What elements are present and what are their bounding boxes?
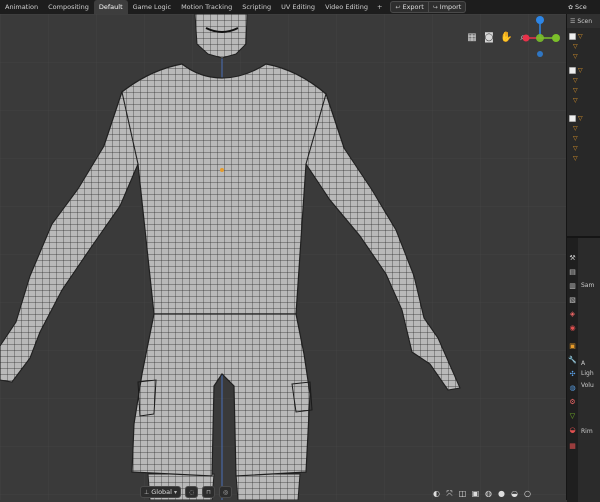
outliner-row[interactable]: ▽ xyxy=(573,52,578,60)
orientation-label: Global xyxy=(151,488,172,496)
properties-label-a: A xyxy=(581,360,586,367)
outliner-row[interactable]: ▽ xyxy=(573,124,578,132)
outliner[interactable]: ☰ Scen ▽ ▽ ▽ ▽ ▽ ▽ ▽ ▽ ▽ ▽ ▽ ▽ xyxy=(567,14,600,236)
gizmo-y-axis[interactable] xyxy=(552,34,560,42)
data-tab-icon[interactable]: ▽ xyxy=(568,412,577,421)
shading-wire-icon[interactable]: ◍ xyxy=(484,489,493,498)
orientation-icon: ⊥ xyxy=(144,488,150,496)
outliner-row[interactable]: ▽ xyxy=(569,66,583,74)
snap-toggle[interactable]: ⊓ xyxy=(202,486,215,498)
outliner-row[interactable]: ▽ xyxy=(569,32,583,40)
properties-label-volume: Volu xyxy=(581,382,594,389)
chevron-down-icon: ▾ xyxy=(173,488,177,496)
tab-animation[interactable]: Animation xyxy=(0,0,43,14)
tab-scripting[interactable]: Scripting xyxy=(237,0,276,14)
import-icon: ↪ xyxy=(432,3,438,11)
camera-view-icon[interactable]: ◙ xyxy=(483,32,495,44)
export-icon: ↩ xyxy=(395,3,401,11)
3d-viewport[interactable]: ▦ ◙ ✋ ⌕ ⊥ Global ▾ ◌ ⊓ ◎ ◐ xyxy=(0,14,566,500)
transform-orientation-bar: ⊥ Global ▾ ◌ ⊓ ◎ xyxy=(140,486,233,498)
object-origin xyxy=(220,168,224,172)
visibility-icon[interactable]: ◐ xyxy=(432,489,441,498)
gizmo-z-axis[interactable] xyxy=(536,16,544,24)
texture-tab-icon[interactable]: ▦ xyxy=(568,442,577,451)
workspace-bar: Animation Compositing Default Game Logic… xyxy=(0,0,600,14)
tab-video-editing[interactable]: Video Editing xyxy=(320,0,373,14)
shading-controls: ◐ ⤧ ◫ ▣ ◍ ● ◒ ○ xyxy=(432,489,532,498)
output-tab-icon[interactable]: ▥ xyxy=(568,282,577,291)
right-editors: ☰ Scen ▽ ▽ ▽ ▽ ▽ ▽ ▽ ▽ ▽ ▽ ▽ ▽ ⚒ ▤ ▥ ▧ ◈… xyxy=(566,14,600,502)
tab-motion-tracking[interactable]: Motion Tracking xyxy=(176,0,237,14)
outliner-row[interactable]: ▽ xyxy=(573,86,578,94)
character-mesh[interactable] xyxy=(0,14,566,500)
navigation-gizmo[interactable] xyxy=(520,14,560,64)
properties-section-label[interactable]: Sam xyxy=(581,282,594,289)
tab-game-logic[interactable]: Game Logic xyxy=(128,0,176,14)
constraints-tab-icon[interactable]: ⚙ xyxy=(568,398,577,407)
outliner-row[interactable]: ▽ xyxy=(573,76,578,84)
material-tab-icon[interactable]: ◒ xyxy=(568,426,577,435)
scene-name: Sce xyxy=(575,3,587,11)
outliner-row[interactable]: ▽ xyxy=(569,114,583,122)
proportional-icon: ◎ xyxy=(222,488,229,496)
shading-solid-icon[interactable]: ● xyxy=(497,489,506,498)
object-tab-icon[interactable]: ▣ xyxy=(568,342,577,351)
blender-window: Animation Compositing Default Game Logic… xyxy=(0,0,600,502)
pan-hand-icon[interactable]: ✋ xyxy=(500,32,512,44)
shading-material-icon[interactable]: ◒ xyxy=(510,489,519,498)
export-button[interactable]: ↩ Export xyxy=(390,1,429,13)
gizmo-x-axis[interactable] xyxy=(522,34,530,42)
proportional-edit-toggle[interactable]: ◎ xyxy=(218,486,233,498)
tab-compositing[interactable]: Compositing xyxy=(43,0,94,14)
pivot-icon: ◌ xyxy=(189,488,195,496)
pivot-dropdown[interactable]: ◌ xyxy=(185,486,199,498)
scene-icon: ✿ xyxy=(568,3,574,11)
properties-tabs: ⚒ ▤ ▥ ▧ ◈ ◉ ▣ 🔧 ✣ ◍ ⚙ ▽ ◒ ▦ xyxy=(567,238,578,502)
tab-default[interactable]: Default xyxy=(93,0,128,14)
tab-uv-editing[interactable]: UV Editing xyxy=(276,0,320,14)
properties-label-light: Ligh xyxy=(581,370,594,377)
magnet-icon: ⊓ xyxy=(206,488,211,496)
outliner-scene-label: Scen xyxy=(577,17,592,25)
xray-icon[interactable]: ▣ xyxy=(471,489,480,498)
particles-tab-icon[interactable]: ✣ xyxy=(568,370,577,379)
export-label: Export xyxy=(402,3,424,11)
tool-tab-icon[interactable]: ⚒ xyxy=(568,254,577,263)
orientation-dropdown[interactable]: ⊥ Global ▾ xyxy=(140,486,181,498)
outliner-row[interactable]: ▽ xyxy=(573,144,578,152)
import-label: Import xyxy=(439,3,462,11)
grid-view-icon[interactable]: ▦ xyxy=(466,32,478,44)
properties-label-rim: Rim xyxy=(581,428,593,435)
import-button[interactable]: ↪ Import xyxy=(428,1,467,13)
properties-editor[interactable]: ⚒ ▤ ▥ ▧ ◈ ◉ ▣ 🔧 ✣ ◍ ⚙ ▽ ◒ ▦ Sam A Ligh V… xyxy=(567,236,600,502)
overlay-icon[interactable]: ◫ xyxy=(458,489,467,498)
outliner-header: ☰ Scen xyxy=(567,14,600,28)
scene-selector[interactable]: ✿ Sce xyxy=(566,0,600,14)
outliner-icon: ☰ xyxy=(570,17,576,25)
gizmo-toggle-icon[interactable]: ⤧ xyxy=(445,489,454,498)
outliner-row[interactable]: ▽ xyxy=(573,154,578,162)
outliner-row[interactable]: ▽ xyxy=(573,96,578,104)
physics-tab-icon[interactable]: ◍ xyxy=(568,384,577,393)
viewport-canvas[interactable] xyxy=(0,14,566,500)
modifier-tab-icon[interactable]: 🔧 xyxy=(568,356,577,365)
view-layer-tab-icon[interactable]: ▧ xyxy=(568,296,577,305)
shading-rendered-icon[interactable]: ○ xyxy=(523,489,532,498)
scene-tab-icon[interactable]: ◈ xyxy=(568,310,577,319)
add-workspace-button[interactable]: + xyxy=(373,3,386,11)
outliner-row[interactable]: ▽ xyxy=(573,134,578,142)
outliner-row[interactable]: ▽ xyxy=(573,42,578,50)
render-tab-icon[interactable]: ▤ xyxy=(568,268,577,277)
world-tab-icon[interactable]: ◉ xyxy=(568,324,577,333)
